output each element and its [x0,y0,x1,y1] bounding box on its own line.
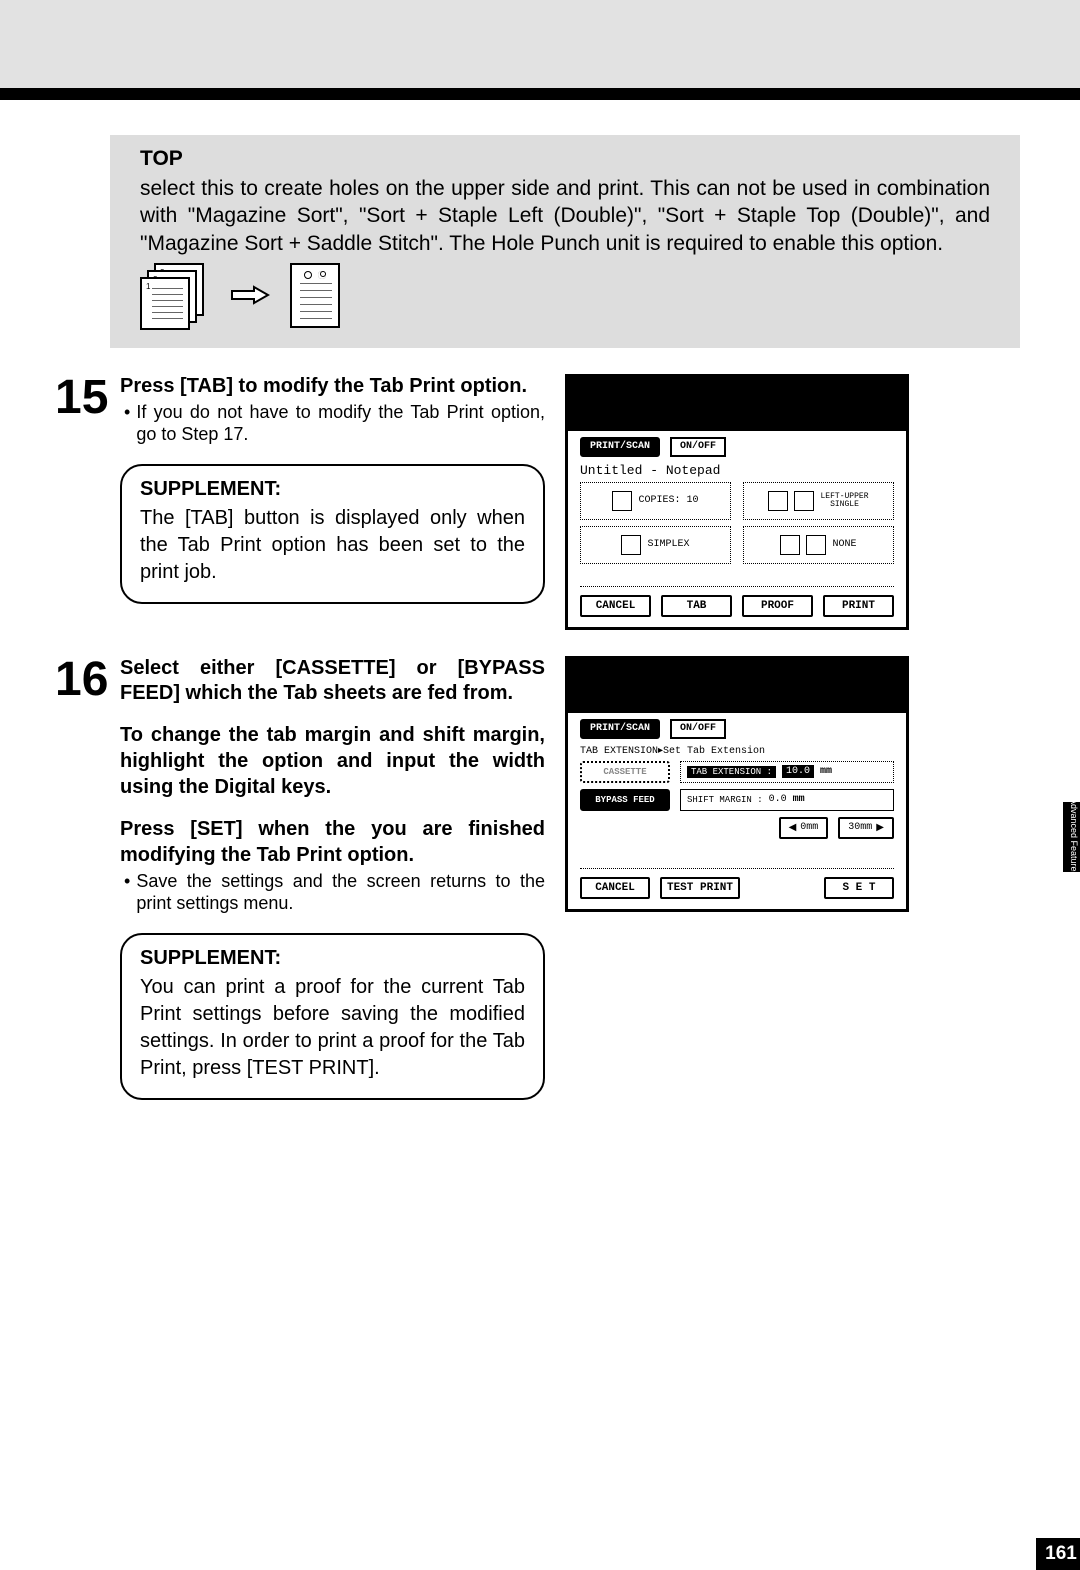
simplex-icon [621,535,641,555]
step-16: 16 Select either [CASSETTE] or [BYPASS F… [55,656,1025,1100]
page-number: 161 [1036,1538,1080,1570]
test-print-button[interactable]: TEST PRINT [660,877,740,899]
set-button[interactable]: S E T [824,877,894,899]
top-title: TOP [140,147,990,171]
section-tab: Advanced Features [1063,802,1080,872]
illus-punched-page [290,263,340,328]
supplement-body: The [TAB] button is displayed only when … [140,505,525,586]
document-icon [612,491,632,511]
staple-tile[interactable]: LEFT-UPPER SINGLE [743,482,894,520]
simplex-tile[interactable]: SIMPLEX [580,526,731,564]
step-number: 16 [55,656,120,1100]
step16-para1: To change the tab margin and shift margi… [120,722,545,800]
min-chip[interactable]: ◀0mm [779,817,829,839]
job-title: Untitled - Notepad [580,463,894,478]
step16-supplement: SUPPLEMENT: You can print a proof for th… [120,933,545,1100]
step-15: 15 Press [TAB] to modify the Tab Print o… [55,374,1025,630]
supplement-heading: SUPPLEMENT: [140,947,525,970]
onoff-tab[interactable]: ON/OFF [670,719,726,739]
illus-stack: 3 2 1 [140,263,210,328]
page-icon-2 [806,535,826,555]
cancel-button[interactable]: CANCEL [580,877,650,899]
cassette-button[interactable]: CASSETTE [580,761,670,783]
copies-tile[interactable]: COPIES: 10 [580,482,731,520]
supplement-body: You can print a proof for the current Ta… [140,974,525,1082]
staple-icon [768,491,788,511]
step16-bullet: •Save the settings and the screen return… [120,870,545,915]
print-button[interactable]: PRINT [823,595,894,617]
step15-bullet: •If you do not have to modify the Tab Pr… [120,401,545,446]
top-body: select this to create holes on the upper… [140,175,990,257]
shift-margin-field[interactable]: SHIFT MARGIN : 0.0 mm [680,789,894,811]
top-illustration: 3 2 1 [140,263,990,328]
tab-extension-field[interactable]: TAB EXTENSION : 10.0 mm [680,761,894,783]
page-header-band [0,0,1080,100]
cancel-button[interactable]: CANCEL [580,595,651,617]
bypass-feed-button[interactable]: BYPASS FEED [580,789,670,811]
step16-para2: Press [SET] when the you are finished mo… [120,816,545,868]
supplement-heading: SUPPLEMENT: [140,478,525,501]
onoff-tab[interactable]: ON/OFF [670,437,726,457]
arrow-icon [230,285,270,305]
step15-supplement: SUPPLEMENT: The [TAB] button is displaye… [120,464,545,604]
proof-button[interactable]: PROOF [742,595,813,617]
chevron-left-icon: ◀ [789,822,797,834]
chevron-right-icon: ▶ [876,822,884,834]
step-number: 15 [55,374,120,630]
screen-title: TAB EXTENSION▸Set Tab Extension [580,745,894,757]
step15-title: Press [TAB] to modify the Tab Print opti… [120,374,545,399]
device-screen-2: PRINT/SCAN ON/OFF TAB EXTENSION▸Set Tab … [565,656,909,912]
printscan-tab[interactable]: PRINT/SCAN [580,719,660,739]
printscan-tab[interactable]: PRINT/SCAN [580,437,660,457]
staple-icon-2 [794,491,814,511]
tab-button[interactable]: TAB [661,595,732,617]
none-tile[interactable]: NONE [743,526,894,564]
top-option-box: TOP select this to create holes on the u… [110,135,1020,348]
page-icon [780,535,800,555]
step16-title: Select either [CASSETTE] or [BYPASS FEED… [120,656,545,706]
max-chip[interactable]: 30mm▶ [838,817,894,839]
device-screen-1: PRINT/SCAN ON/OFF Untitled - Notepad COP… [565,374,909,630]
